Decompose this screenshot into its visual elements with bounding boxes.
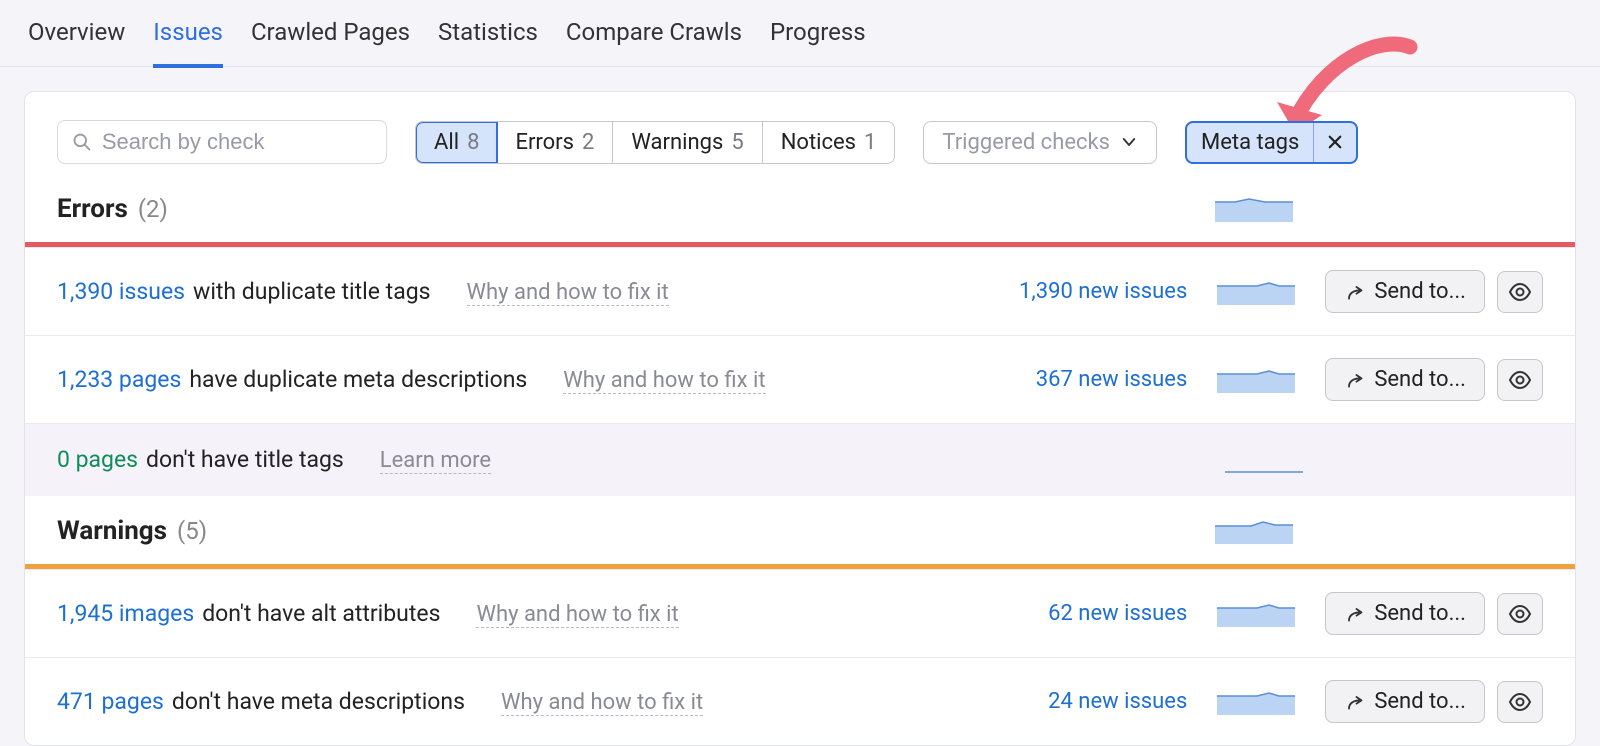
issue-row: 1,945 images don't have alt attributes Wh… [25, 569, 1575, 657]
issue-trend-sparkline [1217, 601, 1295, 627]
section-head-warnings: Warnings (5) [25, 496, 1575, 564]
seg-label: All [434, 130, 459, 155]
why-fix-link[interactable]: Why and how to fix it [476, 602, 678, 628]
warnings-title: Warnings (5) [57, 516, 207, 546]
eye-icon [1508, 690, 1532, 714]
new-issues-link[interactable]: 367 new issues [997, 367, 1187, 392]
send-to-label: Send to... [1374, 367, 1466, 392]
chevron-down-icon [1120, 133, 1138, 151]
preview-button[interactable] [1497, 681, 1543, 723]
filter-chip-meta-tags: Meta tags [1185, 121, 1358, 164]
preview-button[interactable] [1497, 593, 1543, 635]
eye-icon [1508, 602, 1532, 626]
seg-label: Errors [515, 130, 574, 155]
seg-notices[interactable]: Notices 1 [763, 122, 895, 163]
errors-trend-sparkline [1215, 196, 1293, 222]
issue-row: 1,233 pages have duplicate meta descript… [25, 335, 1575, 423]
preview-button[interactable] [1497, 271, 1543, 313]
triggered-checks-label: Triggered checks [942, 130, 1110, 155]
issue-text: don't have title tags [146, 446, 344, 473]
share-arrow-icon [1344, 604, 1364, 624]
eye-icon [1508, 368, 1532, 392]
search-input[interactable] [102, 129, 372, 155]
search-icon [72, 131, 92, 153]
issue-count-link: 0 pages [57, 446, 138, 473]
seg-label: Warnings [631, 130, 723, 155]
why-fix-link[interactable]: Why and how to fix it [467, 280, 669, 306]
issue-count-link[interactable]: 1,390 issues [57, 278, 185, 305]
section-head-errors: Errors (2) [25, 186, 1575, 242]
issue-trend-sparkline [1217, 367, 1295, 393]
tab-statistics[interactable]: Statistics [438, 18, 538, 66]
new-issues-link[interactable]: 24 new issues [997, 689, 1187, 714]
seg-errors[interactable]: Errors 2 [497, 122, 613, 163]
share-arrow-icon [1344, 692, 1364, 712]
triggered-checks-dropdown[interactable]: Triggered checks [923, 121, 1157, 164]
close-icon [1326, 133, 1344, 151]
seg-count: 8 [467, 130, 479, 155]
tab-issues[interactable]: Issues [153, 18, 223, 68]
send-to-label: Send to... [1374, 601, 1466, 626]
top-tabs: Overview Issues Crawled Pages Statistics Com… [0, 0, 1600, 67]
issue-row-zero: 0 pages don't have title tags Learn more [25, 423, 1575, 496]
seg-count: 1 [864, 130, 876, 155]
issue-row: 1,390 issues with duplicate title tags Wh… [25, 247, 1575, 335]
issue-count-link[interactable]: 1,945 images [57, 600, 194, 627]
seg-label: Notices [781, 130, 856, 155]
issue-trend-sparkline [1217, 279, 1295, 305]
issue-text: with duplicate title tags [193, 278, 430, 305]
panel-toolbar: All 8Errors 2Warnings 5Notices 1 Trigger… [25, 92, 1575, 186]
filter-chip-remove[interactable] [1313, 123, 1356, 162]
errors-title: Errors (2) [57, 194, 168, 224]
tab-compare-crawls[interactable]: Compare Crawls [566, 18, 742, 66]
send-to-label: Send to... [1374, 689, 1466, 714]
issue-row: 471 pages don't have meta descriptions Wh… [25, 657, 1575, 745]
issue-count-link[interactable]: 471 pages [57, 688, 164, 715]
preview-button[interactable] [1497, 359, 1543, 401]
send-to-button[interactable]: Send to... [1325, 680, 1485, 723]
learn-more-link[interactable]: Learn more [380, 448, 491, 474]
seg-count: 5 [731, 130, 743, 155]
search-wrap [57, 120, 387, 164]
severity-segment: All 8Errors 2Warnings 5Notices 1 [415, 121, 895, 164]
issue-text: don't have meta descriptions [172, 688, 465, 715]
warnings-trend-sparkline [1215, 518, 1293, 544]
issue-trend-sparkline [1217, 689, 1295, 715]
tab-crawled-pages[interactable]: Crawled Pages [251, 18, 410, 66]
new-issues-link[interactable]: 62 new issues [997, 601, 1187, 626]
why-fix-link[interactable]: Why and how to fix it [501, 690, 703, 716]
send-to-label: Send to... [1374, 279, 1466, 304]
issue-count-link[interactable]: 1,233 pages [57, 366, 181, 393]
seg-count: 2 [582, 130, 594, 155]
why-fix-link[interactable]: Why and how to fix it [563, 368, 765, 394]
send-to-button[interactable]: Send to... [1325, 270, 1485, 313]
issue-text: don't have alt attributes [202, 600, 440, 627]
filter-chip-label: Meta tags [1187, 123, 1313, 162]
issues-panel: All 8Errors 2Warnings 5Notices 1 Trigger… [24, 91, 1576, 746]
new-issues-link[interactable]: 1,390 new issues [997, 279, 1187, 304]
seg-warnings[interactable]: Warnings 5 [613, 122, 762, 163]
tab-progress[interactable]: Progress [770, 18, 866, 66]
share-arrow-icon [1344, 370, 1364, 390]
share-arrow-icon [1344, 282, 1364, 302]
seg-all[interactable]: All 8 [415, 121, 498, 164]
send-to-button[interactable]: Send to... [1325, 592, 1485, 635]
send-to-button[interactable]: Send to... [1325, 358, 1485, 401]
eye-icon [1508, 280, 1532, 304]
issue-text: have duplicate meta descriptions [189, 366, 527, 393]
tab-overview[interactable]: Overview [28, 18, 125, 66]
issue-trend-sparkline [1225, 447, 1303, 473]
